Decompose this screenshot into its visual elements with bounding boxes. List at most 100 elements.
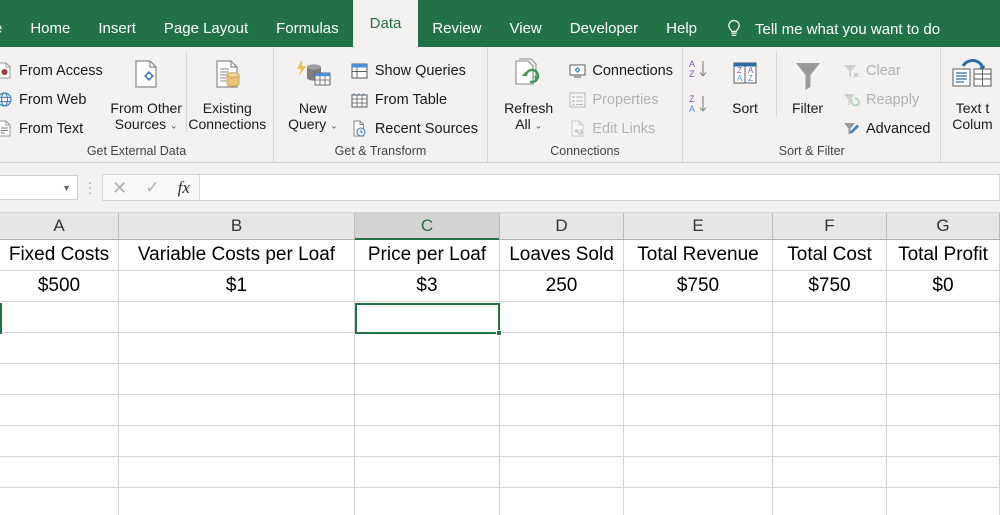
cell-D1[interactable]: Loaves Sold (500, 240, 624, 270)
cell-D8[interactable] (500, 457, 624, 487)
formula-input[interactable] (200, 174, 1000, 201)
cell-E1[interactable]: Total Revenue (624, 240, 773, 270)
from-text-button[interactable]: From Text (0, 114, 107, 143)
cell-A4[interactable] (0, 333, 119, 363)
tell-me-box[interactable]: Tell me what you want to do (725, 11, 940, 47)
cell-E2[interactable]: $750 (624, 271, 773, 301)
cell-C9[interactable] (355, 488, 500, 515)
cell-A1[interactable]: Fixed Costs (0, 240, 119, 270)
cell-C5[interactable] (355, 364, 500, 394)
cell-F4[interactable] (773, 333, 887, 363)
chevron-down-icon[interactable]: ▼ (62, 183, 71, 193)
tab-view[interactable]: View (496, 11, 556, 47)
sort-button[interactable]: Z A A Z Sort (714, 52, 776, 116)
new-query-button[interactable]: New Query ⌄ (279, 52, 347, 133)
clear-filter-button[interactable]: Clear (838, 56, 935, 85)
cancel-x-icon[interactable]: ✕ (112, 179, 127, 197)
cell-F2[interactable]: $750 (773, 271, 887, 301)
cell-B5[interactable] (119, 364, 355, 394)
cell-B4[interactable] (119, 333, 355, 363)
name-box[interactable]: ▼ (0, 175, 78, 200)
filter-button[interactable]: Filter (776, 52, 838, 116)
cell-E5[interactable] (624, 364, 773, 394)
tab-home[interactable]: Home (16, 11, 84, 47)
properties-button[interactable]: Properties (564, 85, 677, 114)
cell-D4[interactable] (500, 333, 624, 363)
cell-E8[interactable] (624, 457, 773, 487)
cell-B7[interactable] (119, 426, 355, 456)
cell-F6[interactable] (773, 395, 887, 425)
cell-B2[interactable]: $1 (119, 271, 355, 301)
cell-B8[interactable] (119, 457, 355, 487)
cell-B6[interactable] (119, 395, 355, 425)
tab-developer[interactable]: Developer (556, 11, 652, 47)
cell-B9[interactable] (119, 488, 355, 515)
column-header-c[interactable]: C (355, 213, 500, 240)
column-header-a[interactable]: A (0, 213, 119, 239)
connections-button[interactable]: Connections (564, 56, 677, 85)
cell-D5[interactable] (500, 364, 624, 394)
cell-D3[interactable] (500, 302, 624, 332)
chevron-down-icon[interactable]: ⌄ (170, 120, 178, 130)
column-header-b[interactable]: B (119, 213, 355, 239)
from-other-sources-button[interactable]: From Other Sources ⌄ (107, 52, 186, 133)
cell-F9[interactable] (773, 488, 887, 515)
column-header-e[interactable]: E (624, 213, 773, 239)
cell-A8[interactable] (0, 457, 119, 487)
tab-page-layout[interactable]: Page Layout (150, 11, 262, 47)
cell-E3[interactable] (624, 302, 773, 332)
cell-D9[interactable] (500, 488, 624, 515)
sort-descending-za-icon[interactable]: ZA (688, 93, 714, 120)
cell-A3[interactable] (0, 302, 119, 332)
edit-links-button[interactable]: Edit Links (564, 114, 677, 143)
cell-A5[interactable] (0, 364, 119, 394)
cell-E4[interactable] (624, 333, 773, 363)
sort-ascending-az-icon[interactable]: AZ (688, 58, 714, 85)
cell-E7[interactable] (624, 426, 773, 456)
show-queries-button[interactable]: Show Queries (347, 56, 482, 85)
insert-function-fx-icon[interactable]: fx (178, 179, 190, 196)
cell-A7[interactable] (0, 426, 119, 456)
cell-A6[interactable] (0, 395, 119, 425)
cell-C2[interactable]: $3 (355, 271, 500, 301)
tab-file[interactable]: e (0, 11, 16, 47)
column-header-d[interactable]: D (500, 213, 624, 239)
cell-G4[interactable] (887, 333, 1000, 363)
cell-F8[interactable] (773, 457, 887, 487)
cell-G6[interactable] (887, 395, 1000, 425)
from-web-button[interactable]: From Web (0, 85, 107, 114)
cell-C7[interactable] (355, 426, 500, 456)
cell-G8[interactable] (887, 457, 1000, 487)
tab-insert[interactable]: Insert (84, 11, 150, 47)
cell-G5[interactable] (887, 364, 1000, 394)
cell-G9[interactable] (887, 488, 1000, 515)
from-access-button[interactable]: From Access (0, 56, 107, 85)
text-to-columns-button[interactable]: Text t Colum (949, 52, 995, 132)
cell-D2[interactable]: 250 (500, 271, 624, 301)
chevron-down-icon[interactable]: ⌄ (330, 120, 338, 130)
existing-connections-button[interactable]: Existing Connections (185, 52, 268, 132)
cell-F7[interactable] (773, 426, 887, 456)
cell-B3[interactable] (119, 302, 355, 332)
cell-F1[interactable]: Total Cost (773, 240, 887, 270)
cell-G7[interactable] (887, 426, 1000, 456)
fill-handle[interactable] (496, 330, 502, 336)
cell-D7[interactable] (500, 426, 624, 456)
tab-formulas[interactable]: Formulas (262, 11, 353, 47)
enter-check-icon[interactable]: ✓ (145, 179, 159, 196)
column-header-g[interactable]: G (887, 213, 1000, 239)
advanced-filter-button[interactable]: Advanced (838, 114, 935, 143)
cell-G2[interactable]: $0 (887, 271, 1000, 301)
cell-C6[interactable] (355, 395, 500, 425)
tab-data[interactable]: Data (352, 0, 419, 47)
cell-C1[interactable]: Price per Loaf (355, 240, 500, 270)
from-table-button[interactable]: From Table (347, 85, 482, 114)
recent-sources-button[interactable]: Recent Sources (347, 114, 482, 143)
reapply-filter-button[interactable]: Reapply (838, 85, 935, 114)
cell-F5[interactable] (773, 364, 887, 394)
cell-G1[interactable]: Total Profit (887, 240, 1000, 270)
cell-E9[interactable] (624, 488, 773, 515)
cell-A2[interactable]: $500 (0, 271, 119, 301)
formula-bar-handle[interactable]: · · · (78, 176, 102, 199)
cell-E6[interactable] (624, 395, 773, 425)
